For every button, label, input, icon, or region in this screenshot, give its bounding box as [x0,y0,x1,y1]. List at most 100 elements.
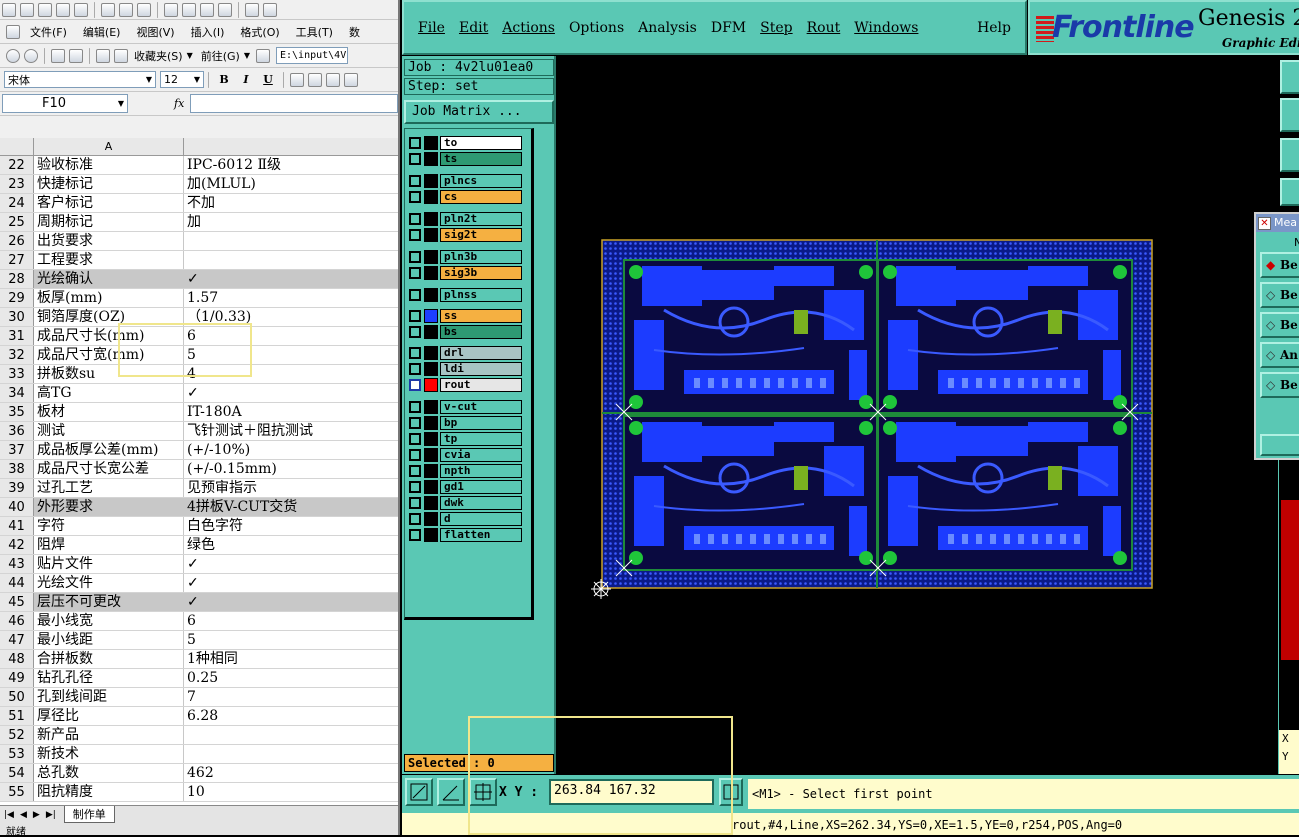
layer-color-swatch[interactable] [424,399,438,414]
row-number[interactable]: 24 [0,194,34,212]
row-number[interactable]: 54 [0,764,34,782]
row-number[interactable]: 26 [0,232,34,250]
layer-row-sig2t[interactable]: sig2t [409,227,522,242]
cell-a[interactable]: 板材 [34,403,184,421]
cell-a[interactable]: 合拼板数 [34,650,184,668]
layer-checkbox[interactable] [409,362,421,375]
column-header-a[interactable]: A [34,138,184,155]
layer-name[interactable]: flatten [440,527,522,542]
cell-b[interactable]: 6 [184,612,398,630]
menu-dfm[interactable]: DFM [711,20,746,36]
menu-file[interactable]: File [418,20,445,36]
measure-option-2[interactable]: ◇ Be [1260,282,1299,308]
menu-help[interactable]: Help [977,20,1011,36]
cell-a[interactable]: 高TG [34,384,184,402]
cell-b[interactable]: 5 [184,631,398,649]
layer-color-swatch[interactable] [424,287,438,302]
cell-b[interactable] [184,251,398,269]
layer-checkbox[interactable] [409,400,421,413]
layer-name[interactable]: dwk [440,495,522,510]
layer-name[interactable]: cvia [440,447,522,462]
xy-coordinate-field[interactable]: 263.84 167.32 [549,779,714,805]
layer-row-npth[interactable]: npth [409,463,522,478]
paste-icon[interactable] [200,2,214,17]
layer-name[interactable]: bp [440,415,522,430]
cell-b[interactable]: (+/-0.15mm) [184,460,398,478]
cell-a[interactable]: 成品板厚公差(mm) [34,441,184,459]
copy-icon[interactable] [182,2,196,17]
close-icon[interactable]: ✕ [1258,217,1271,230]
permission-icon[interactable] [56,2,70,17]
cell-b[interactable]: 见预审指示 [184,479,398,497]
cell-a[interactable]: 成品尺寸长(mm) [34,327,184,345]
snap-grid-button[interactable] [469,778,497,806]
layer-name[interactable]: pln2t [440,211,522,226]
measure-button[interactable] [437,778,465,806]
layer-checkbox[interactable] [409,378,421,391]
cell-b[interactable]: 1种相同 [184,650,398,668]
layer-name[interactable]: to [440,135,522,150]
cell-b[interactable]: 6 [184,327,398,345]
cell-a[interactable]: 工程要求 [34,251,184,269]
layer-row-to[interactable]: to [409,135,522,150]
row-number[interactable]: 44 [0,574,34,592]
cell-b[interactable]: 不加 [184,194,398,212]
stop-icon[interactable] [51,48,65,63]
layer-row-d[interactable]: d [409,511,522,526]
research-icon[interactable] [137,2,151,17]
snap-tool-button[interactable] [1280,178,1299,206]
menu-windows[interactable]: Windows [854,20,918,36]
cell-b[interactable]: ✓ [184,555,398,573]
cell-a[interactable]: 层压不可更改 [34,593,184,611]
cell-a[interactable]: 客户标记 [34,194,184,212]
cell-a[interactable]: 验收标准 [34,156,184,174]
menu-data[interactable]: 数 [349,24,360,40]
cell-a[interactable]: 字符 [34,517,184,535]
row-number[interactable]: 22 [0,156,34,174]
cell-b[interactable]: ✓ [184,270,398,288]
menu-insert[interactable]: 插入(I) [191,24,225,40]
new-file-icon[interactable] [2,2,16,17]
cell-b[interactable]: 5 [184,346,398,364]
cell-b[interactable]: IPC-6012 Ⅱ级 [184,156,398,174]
print-icon[interactable] [74,2,88,17]
row-number[interactable]: 55 [0,783,34,801]
layer-name[interactable]: v-cut [440,399,522,414]
cell-a[interactable]: 拼板数su [34,365,184,383]
cell-b[interactable]: 绿色 [184,536,398,554]
column-header-b[interactable] [184,138,398,155]
layer-row-plnss[interactable]: plnss [409,287,522,302]
layer-name[interactable]: plncs [440,173,522,188]
row-number[interactable]: 39 [0,479,34,497]
layer-name[interactable]: sig3b [440,265,522,280]
next-sheet-icon[interactable]: ▶ [33,810,40,820]
row-number[interactable]: 29 [0,289,34,307]
cell-a[interactable]: 总孔数 [34,764,184,782]
layer-checkbox[interactable] [409,480,421,493]
layer-name[interactable]: plnss [440,287,522,302]
graphic-canvas[interactable] [558,56,1278,774]
refresh-icon[interactable] [69,48,83,63]
menu-rout[interactable]: Rout [807,20,841,36]
menu-edit[interactable]: Edit [459,20,488,36]
chevron-down-icon[interactable]: ▼ [187,51,193,60]
cell-b[interactable] [184,726,398,744]
cell-b[interactable]: 462 [184,764,398,782]
layer-row-plncs[interactable]: plncs [409,173,522,188]
row-number[interactable]: 45 [0,593,34,611]
italic-button[interactable]: I [237,71,255,89]
layer-checkbox[interactable] [409,288,421,301]
menu-format[interactable]: 格式(O) [240,24,279,40]
layer-color-swatch[interactable] [424,249,438,264]
layer-color-swatch[interactable] [424,189,438,204]
cell-b[interactable]: 飞针测试＋阻抗测试 [184,422,398,440]
merge-center-icon[interactable] [344,72,358,87]
cell-b[interactable]: 4 [184,365,398,383]
layer-checkbox[interactable] [409,136,421,149]
cell-b[interactable]: 4拼板V-CUT交货 [184,498,398,516]
cell-a[interactable]: 周期标记 [34,213,184,231]
layer-color-swatch[interactable] [424,227,438,242]
align-center-icon[interactable] [308,72,322,87]
layer-color-swatch[interactable] [424,265,438,280]
row-number[interactable]: 42 [0,536,34,554]
